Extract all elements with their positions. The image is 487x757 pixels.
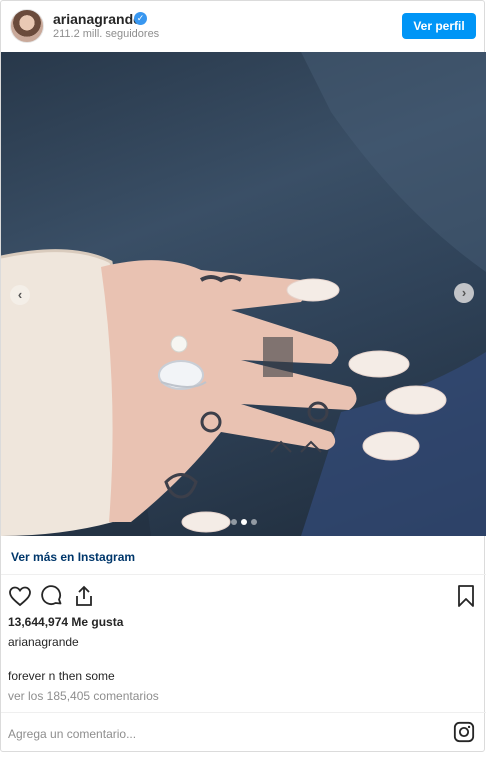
carousel-next-button[interactable]: › xyxy=(454,283,474,303)
verified-badge-icon: ✓ xyxy=(134,12,147,25)
follower-count: 211.2 mill. seguidores xyxy=(53,28,160,40)
username[interactable]: arianagrande xyxy=(53,11,141,27)
post-header: arianagrande ✓ 211.2 mill. seguidores Ve… xyxy=(1,1,486,51)
like-count[interactable]: 13,644,974 Me gusta xyxy=(8,615,123,629)
carousel-prev-button[interactable]: ‹ xyxy=(10,285,30,305)
carousel-dot xyxy=(250,519,257,525)
carousel-dot-active xyxy=(240,519,247,525)
instagram-embed-card: arianagrande ✓ 211.2 mill. seguidores Ve… xyxy=(0,0,486,752)
divider xyxy=(1,712,486,713)
view-more-on-instagram-link[interactable]: Ver más en Instagram xyxy=(11,550,135,564)
heart-icon[interactable] xyxy=(8,584,32,608)
post-image[interactable]: ‹ › xyxy=(1,52,486,536)
avatar[interactable] xyxy=(10,9,44,43)
comment-icon[interactable] xyxy=(40,584,64,608)
instagram-icon[interactable] xyxy=(453,721,475,743)
post-photo-illustration xyxy=(1,52,486,536)
caption-text: forever n then some xyxy=(8,669,115,683)
divider xyxy=(1,574,486,575)
action-bar xyxy=(1,576,486,612)
carousel-dot xyxy=(230,519,237,525)
share-icon[interactable] xyxy=(72,584,96,608)
view-comments-link[interactable]: ver los 185,405 comentarios xyxy=(8,689,159,703)
view-profile-button[interactable]: Ver perfil xyxy=(402,13,476,39)
caption-username[interactable]: arianagrande xyxy=(8,635,79,649)
carousel-indicator xyxy=(1,519,486,525)
chevron-right-icon: › xyxy=(461,285,467,300)
add-comment-field[interactable]: Agrega un comentario... xyxy=(8,727,136,741)
chevron-left-icon: ‹ xyxy=(17,287,23,302)
bookmark-icon[interactable] xyxy=(454,584,478,608)
